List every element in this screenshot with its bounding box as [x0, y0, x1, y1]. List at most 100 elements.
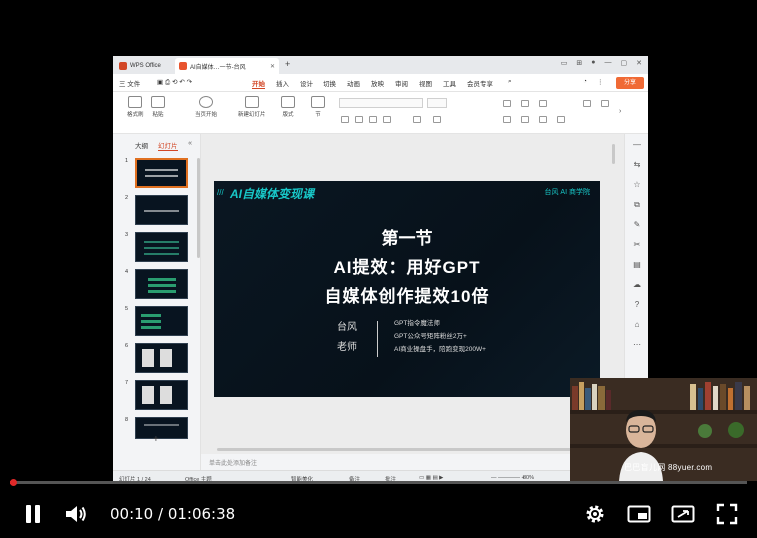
collapse-icon[interactable]: — [632, 140, 642, 150]
slide-thumbnail[interactable] [135, 195, 188, 225]
layout-icon [281, 96, 295, 108]
menu-design[interactable]: 设计 [300, 78, 313, 88]
paste-button[interactable]: 粘贴 [151, 96, 165, 118]
panel-tabs: 大纲 幻灯片 [135, 140, 178, 151]
paste-label: 粘贴 [152, 112, 164, 118]
menu-review[interactable]: 审阅 [395, 78, 408, 88]
tab-bar: WPS Office AI自媒体…一节-台风 ✕ + ▭ ⊞ ● — ▢ ✕ [113, 56, 648, 74]
credential-item: GPT公众号矩阵粉丝2万+ [394, 333, 467, 340]
menu-view[interactable]: 视图 [419, 78, 432, 88]
menu-animation[interactable]: 动画 [347, 78, 360, 88]
slide-brand: AI自媒体变现课 [230, 187, 315, 201]
copy-icon[interactable]: ⧉ [632, 200, 642, 210]
font-family-select[interactable] [339, 98, 423, 108]
align-center-icon[interactable] [521, 116, 529, 123]
webcam-overlay: 巴巴盲儿网 88yuer.com [570, 378, 757, 481]
pause-button[interactable] [19, 500, 47, 528]
minimize-icon[interactable]: — [605, 59, 612, 67]
align-left-icon[interactable] [503, 116, 511, 123]
tab-document[interactable]: AI自媒体…一节-台风 ✕ [175, 58, 279, 74]
slide-thumbnail[interactable] [135, 232, 188, 262]
tab-slides[interactable]: 幻灯片 [158, 140, 178, 151]
tab-close-icon[interactable]: ✕ [270, 63, 275, 70]
canvas-vertical-scrollbar[interactable] [612, 144, 615, 164]
tools-icon[interactable]: ✂ [632, 240, 642, 250]
share-button[interactable]: 分享 [616, 77, 644, 89]
canvas-horizontal-scrollbar[interactable] [217, 448, 612, 451]
star-icon[interactable]: ☆ [632, 180, 642, 190]
gift-icon[interactable]: ⌂ [632, 320, 642, 330]
menu-tools[interactable]: 工具 [443, 78, 456, 88]
current-slide[interactable]: /// AI自媒体变现课 台风 AI 商学院 第一节 AI提效：用好GPT 自媒… [214, 181, 600, 397]
slide-divider [377, 321, 378, 357]
progress-handle[interactable] [10, 479, 17, 486]
start-from-current-button[interactable]: 当页开始 [195, 96, 217, 118]
line-spacing-icon[interactable] [583, 100, 591, 107]
edit-icon[interactable]: ✎ [632, 220, 642, 230]
bold-icon[interactable] [341, 116, 349, 123]
slide-thumbnail[interactable] [135, 269, 188, 299]
cloud-icon[interactable]: ☁ [632, 280, 642, 290]
start-from-current-label: 当页开始 [195, 112, 218, 118]
sync-icon[interactable]: ◔ [583, 78, 587, 85]
section-icon [311, 96, 325, 108]
highlight-icon[interactable] [433, 116, 441, 123]
slide-thumbnail[interactable] [135, 306, 188, 336]
avatar[interactable]: ● [591, 59, 595, 67]
menu-transition[interactable]: 切换 [323, 78, 336, 88]
panel-scrollbar[interactable] [197, 158, 200, 258]
font-color-icon[interactable] [413, 116, 421, 123]
slide-thumbnail[interactable] [135, 343, 188, 373]
slide-thumbnail[interactable] [135, 380, 188, 410]
close-icon[interactable]: ✕ [636, 59, 642, 67]
menu-insert[interactable]: 插入 [276, 78, 289, 88]
theater-mode-button[interactable] [669, 500, 697, 528]
add-slide-button[interactable]: + [153, 434, 159, 445]
more-icon[interactable]: ⋮ [597, 78, 604, 86]
new-slide-button[interactable]: 新建幻灯片 [238, 96, 266, 118]
miniplayer-button[interactable] [625, 500, 653, 528]
font-size-select[interactable] [427, 98, 447, 108]
align-right-icon[interactable] [539, 116, 547, 123]
layout-button[interactable]: 版式 [281, 96, 295, 118]
text-direction-icon[interactable] [601, 100, 609, 107]
tab-outline[interactable]: 大纲 [135, 140, 148, 151]
volume-button[interactable] [62, 500, 90, 528]
section-button[interactable]: 节 [311, 96, 325, 118]
ribbon-next-icon[interactable]: › [619, 108, 627, 115]
bullets-icon[interactable] [503, 100, 511, 107]
search-icon[interactable]: ⌕ [508, 78, 512, 86]
slide-thumbnail[interactable] [135, 158, 188, 188]
grid-icon[interactable]: ⊞ [576, 59, 582, 67]
more-tools-icon[interactable]: ⋯ [632, 340, 642, 350]
slide-thumbnail[interactable] [135, 417, 188, 439]
maximize-icon[interactable]: ▢ [621, 59, 628, 67]
italic-icon[interactable] [355, 116, 363, 123]
menu-slideshow[interactable]: 放映 [371, 78, 384, 88]
books [688, 378, 757, 410]
collapse-panel-icon[interactable]: « [188, 140, 192, 147]
new-slide-label: 新建幻灯片 [238, 112, 266, 118]
menu-file[interactable]: 三 文件 [119, 78, 140, 88]
layout-icon[interactable]: ▭ [561, 59, 568, 67]
indent-icon[interactable] [539, 100, 547, 107]
new-tab-button[interactable]: + [285, 59, 290, 69]
progress-bar[interactable] [10, 479, 747, 486]
underline-icon[interactable] [369, 116, 377, 123]
books [570, 378, 614, 410]
format-painter-button[interactable]: 格式刷 [127, 96, 144, 118]
fullscreen-button[interactable] [713, 500, 741, 528]
strikethrough-icon[interactable] [383, 116, 391, 123]
quick-icons[interactable]: ▣ ⎙ ⟲ ↶ ↷ [157, 78, 192, 87]
wps-logo-icon [119, 62, 127, 70]
book-icon[interactable]: ▤ [632, 260, 642, 270]
menu-member[interactable]: 会员专享 [467, 78, 493, 88]
help-icon[interactable]: ? [632, 300, 642, 310]
tab-wps-office[interactable]: WPS Office [115, 58, 173, 74]
volume-icon [66, 506, 86, 522]
settings-button[interactable] [581, 500, 609, 528]
justify-icon[interactable] [557, 116, 565, 123]
menu-home[interactable]: 开始 [252, 78, 265, 89]
property-icon[interactable]: ⇆ [632, 160, 642, 170]
numbering-icon[interactable] [521, 100, 529, 107]
